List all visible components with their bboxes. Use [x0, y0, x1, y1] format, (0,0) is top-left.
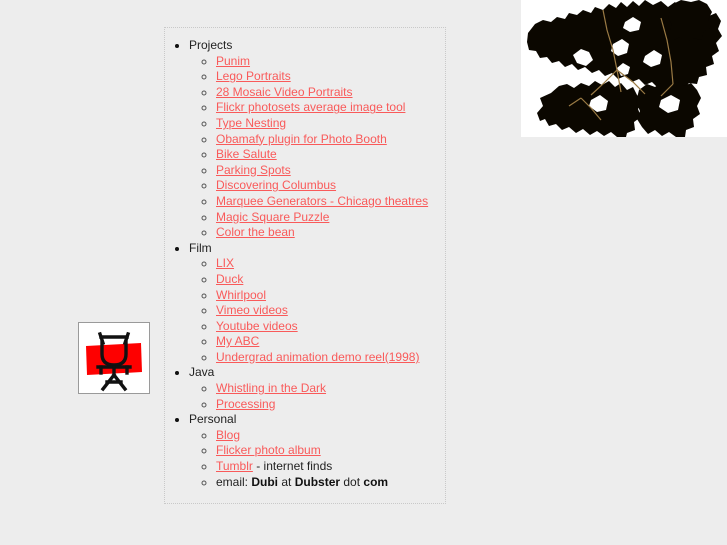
nav-sublist-film: LIX Duck Whirlpool Vimeo videos Youtube …	[189, 256, 445, 365]
nav-group-personal: Personal Blog Flicker photo album Tumblr…	[189, 412, 445, 490]
email-tld: com	[363, 474, 389, 489]
list-item-email: email: Dubi at Dubster dot com	[216, 475, 445, 491]
nav-link-type-nesting[interactable]: Type Nesting	[216, 116, 286, 130]
email-prefix: email:	[216, 474, 252, 489]
list-item: Whirlpool	[216, 288, 445, 304]
nav-group-projects: Projects Punim Lego Portraits 28 Mosaic …	[189, 38, 445, 241]
site-nav: Projects Punim Lego Portraits 28 Mosaic …	[165, 38, 445, 490]
list-item: My ABC	[216, 334, 445, 350]
list-item: 28 Mosaic Video Portraits	[216, 85, 445, 101]
nav-link-my-abc[interactable]: My ABC	[216, 334, 259, 348]
nav-link-flickr-photosets-average-image-tool[interactable]: Flickr photosets average image tool	[216, 100, 405, 114]
nav-sublist-personal: Blog Flicker photo album Tumblr - intern…	[189, 428, 445, 490]
logo-thumbnail[interactable]	[78, 322, 150, 394]
nav-link-magic-square-puzzle[interactable]: Magic Square Puzzle	[216, 210, 329, 224]
list-item: Type Nesting	[216, 116, 445, 132]
nav-link-28-mosaic-video-portraits[interactable]: 28 Mosaic Video Portraits	[216, 85, 353, 99]
list-item: Undergrad animation demo reel(1998)	[216, 350, 445, 366]
nav-link-whirlpool[interactable]: Whirlpool	[216, 288, 266, 302]
list-item: Tumblr - internet finds	[216, 459, 445, 475]
list-item: Parking Spots	[216, 163, 445, 179]
nav-link-lego-portraits[interactable]: Lego Portraits	[216, 69, 291, 83]
nav-sublist-java: Whistling in the Dark Processing	[189, 381, 445, 412]
list-item: Color the bean	[216, 225, 445, 241]
list-item: Bike Salute	[216, 147, 445, 163]
list-item: Processing	[216, 397, 445, 413]
nav-link-vimeo-videos[interactable]: Vimeo videos	[216, 303, 288, 317]
nav-group-label: Film	[189, 240, 212, 255]
nav-link-marquee-generators-chicago-theatres[interactable]: Marquee Generators - Chicago theatres	[216, 194, 428, 208]
email-at: at	[278, 474, 295, 489]
content-box: Projects Punim Lego Portraits 28 Mosaic …	[164, 27, 446, 504]
nav-link-bike-salute[interactable]: Bike Salute	[216, 147, 277, 161]
nav-link-undergrad-animation-demo-reel[interactable]: Undergrad animation demo reel(1998)	[216, 350, 419, 364]
list-item: LIX	[216, 256, 445, 272]
nav-link-youtube-videos[interactable]: Youtube videos	[216, 319, 298, 333]
nav-link-obamafy-plugin-for-photo-booth[interactable]: Obamafy plugin for Photo Booth	[216, 132, 387, 146]
nav-group-label: Personal	[189, 412, 237, 427]
nav-link-parking-spots[interactable]: Parking Spots	[216, 163, 291, 177]
list-item: Marquee Generators - Chicago theatres	[216, 194, 445, 210]
nav-link-color-the-bean[interactable]: Color the bean	[216, 225, 295, 239]
email-user: Dubi	[251, 474, 279, 489]
list-item: Flicker photo album	[216, 443, 445, 459]
list-item: Vimeo videos	[216, 303, 445, 319]
list-item: Discovering Columbus	[216, 178, 445, 194]
email-dot: dot	[340, 474, 364, 489]
nav-group-java: Java Whistling in the Dark Processing	[189, 365, 445, 412]
nav-link-duck[interactable]: Duck	[216, 272, 243, 286]
foliage-silhouette-icon	[521, 0, 727, 137]
nav-sublist-projects: Punim Lego Portraits 28 Mosaic Video Por…	[189, 54, 445, 241]
nav-link-punim[interactable]: Punim	[216, 54, 250, 68]
nav-group-label: Java	[189, 365, 215, 380]
list-item: Obamafy plugin for Photo Booth	[216, 132, 445, 148]
list-item: Lego Portraits	[216, 69, 445, 85]
stick-figure-logo-icon	[79, 323, 149, 393]
list-item: Flickr photosets average image tool	[216, 100, 445, 116]
nav-link-tumblr[interactable]: Tumblr	[216, 459, 253, 473]
tumblr-suffix: - internet finds	[252, 459, 333, 474]
list-item: Youtube videos	[216, 319, 445, 335]
nav-group-film: Film LIX Duck Whirlpool Vimeo videos You…	[189, 241, 445, 366]
email-domain: Dubster	[294, 474, 341, 489]
nav-link-blog[interactable]: Blog	[216, 428, 240, 442]
nav-link-flicker-photo-album[interactable]: Flicker photo album	[216, 443, 321, 457]
list-item: Blog	[216, 428, 445, 444]
nav-link-discovering-columbus[interactable]: Discovering Columbus	[216, 178, 336, 192]
nav-link-whistling-in-the-dark[interactable]: Whistling in the Dark	[216, 381, 326, 395]
list-item: Punim	[216, 54, 445, 70]
list-item: Duck	[216, 272, 445, 288]
nav-link-processing[interactable]: Processing	[216, 397, 275, 411]
nav-group-label: Projects	[189, 38, 233, 52]
foliage-photo	[521, 0, 727, 137]
list-item: Magic Square Puzzle	[216, 210, 445, 226]
list-item: Whistling in the Dark	[216, 381, 445, 397]
nav-link-lix[interactable]: LIX	[216, 256, 234, 270]
